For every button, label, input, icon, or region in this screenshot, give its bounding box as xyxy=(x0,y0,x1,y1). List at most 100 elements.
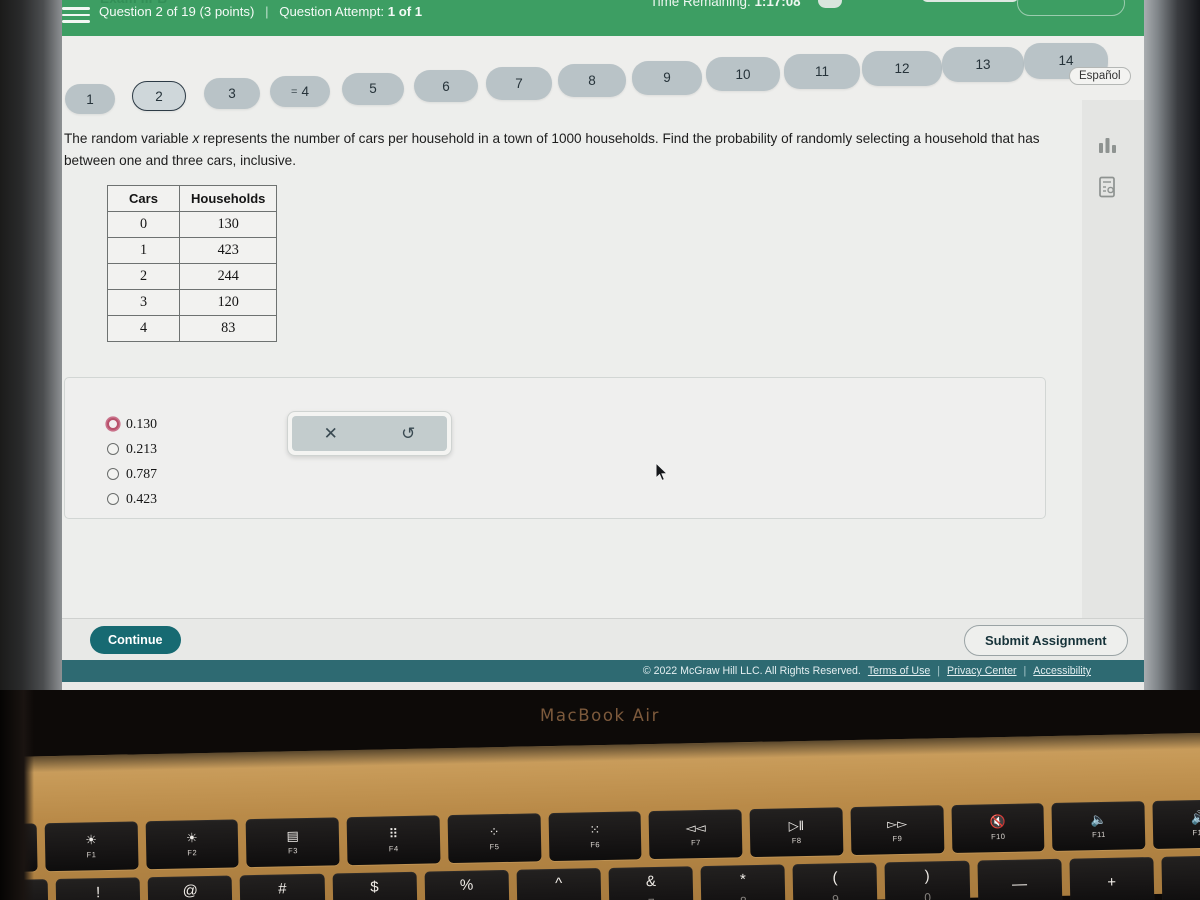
key-1[interactable]: !1 xyxy=(55,877,141,900)
key-f12-volume-up[interactable]: 🔊 F12 xyxy=(1152,799,1200,849)
laptop-body: MacBook Air esc☀F1☀F2▤F3⠿F4⁘F5⁙F6◅◅F7▷ǁF… xyxy=(0,690,1200,900)
espanol-language-button[interactable]: Español xyxy=(1069,67,1131,85)
cell-cars: 2 xyxy=(107,263,180,290)
key-f4-launchpad[interactable]: ⠿ F4 xyxy=(346,815,441,866)
key-5[interactable]: %5 xyxy=(424,869,510,900)
answer-mini-toolbar-inner: ✕ ↺ xyxy=(292,416,447,451)
display-bezel-right xyxy=(1144,0,1200,690)
copyright-bar: © 2022 McGraw Hill LLC. All Rights Reser… xyxy=(62,660,1150,682)
answer-option-2[interactable]: 0.213 xyxy=(107,441,157,457)
terms-of-use-link[interactable]: Terms of Use xyxy=(868,665,930,677)
key-8[interactable]: *8 xyxy=(700,864,786,900)
key-glyph: 🔇 xyxy=(989,813,1007,830)
question-nav-pill-13[interactable]: 13 xyxy=(942,47,1024,83)
question-nav-pill-5[interactable]: 5 xyxy=(342,73,404,105)
key-f6-keyboard-light-up[interactable]: ⁙ F6 xyxy=(548,811,642,862)
question-nav-pill-6[interactable]: 6 xyxy=(414,70,478,103)
key-f11-volume-down[interactable]: 🔈 F11 xyxy=(1051,801,1146,852)
key-f5-keyboard-light-down[interactable]: ⁘ F5 xyxy=(447,813,542,864)
table-head: Cars Households xyxy=(107,185,278,212)
key-glyph: @ xyxy=(182,881,199,899)
key-fn-label: F7 xyxy=(691,838,701,848)
question-nav-pill-12[interactable]: 12 xyxy=(862,51,942,86)
cell-households: 130 xyxy=(178,211,278,238)
accessibility-link[interactable]: Accessibility xyxy=(1033,665,1091,677)
key-delete[interactable] xyxy=(1161,855,1200,900)
key-minus[interactable]: — xyxy=(976,858,1063,900)
radio-button-icon[interactable] xyxy=(107,468,119,480)
key-glyph: ⁙ xyxy=(589,822,601,838)
question-nav-pill-7[interactable]: 7 xyxy=(486,67,552,100)
key-glyph: ^ xyxy=(555,874,563,892)
pill-label: 7 xyxy=(515,75,523,91)
key-f9-fast-forward[interactable]: ▻▻ F9 xyxy=(850,805,945,856)
pill-label: 8 xyxy=(588,73,596,89)
key-f10-mute[interactable]: 🔇 F10 xyxy=(951,803,1045,854)
radio-button-icon[interactable] xyxy=(107,443,119,455)
macbook-air-label: MacBook Air xyxy=(540,706,660,725)
copyright-text: © 2022 McGraw Hill LLC. All Rights Reser… xyxy=(642,665,861,677)
time-remaining-label: Time Remaining: xyxy=(650,0,751,9)
question-nav-pill-9[interactable]: 9 xyxy=(632,61,702,95)
key-f3-mission-control[interactable]: ▤ F3 xyxy=(245,817,340,868)
key-fn-label: F1 xyxy=(86,850,97,860)
pill-label: 9 xyxy=(663,70,671,86)
radio-button-icon[interactable] xyxy=(107,418,119,430)
undo-refresh-icon[interactable]: ↺ xyxy=(401,425,415,442)
key-glyph: 🔈 xyxy=(1090,811,1107,828)
frequency-table: Cars Households 0 130 1 423 2 244 3 120 4 83 xyxy=(107,185,278,342)
pill-label: 13 xyxy=(975,57,991,73)
key-f7-rewind[interactable]: ◅◅ F7 xyxy=(648,809,743,860)
question-text-part1: The random variable xyxy=(64,131,193,146)
x-clear-icon[interactable]: ✕ xyxy=(324,425,338,442)
question-nav-pill-4[interactable]: = 4 xyxy=(270,76,330,108)
key-7[interactable]: &7 xyxy=(608,866,694,900)
key-4[interactable]: $4 xyxy=(332,871,418,900)
header-account-button[interactable] xyxy=(1017,0,1125,16)
key-fn-label: F10 xyxy=(990,831,1006,842)
radio-button-icon[interactable] xyxy=(107,493,119,505)
table-row: 4 83 xyxy=(107,315,278,342)
question-info: Question 2 of 19 (3 points) | Question A… xyxy=(99,4,422,19)
key-f8-play-pause[interactable]: ▷ǁ F8 xyxy=(749,807,844,858)
answer-option-label: 0.213 xyxy=(126,441,158,456)
continue-button[interactable]: Continue xyxy=(90,626,181,654)
key-2[interactable]: @2 xyxy=(147,875,233,900)
question-nav-pill-1[interactable]: 1 xyxy=(65,84,115,114)
pill-label: 5 xyxy=(369,81,377,97)
key-f1-brightness-down[interactable]: ☀ F1 xyxy=(44,821,139,872)
question-nav-pill-11[interactable]: 11 xyxy=(784,54,860,89)
question-nav-pill-8[interactable]: 8 xyxy=(558,64,626,98)
cell-cars: 1 xyxy=(107,237,180,264)
key-f2-brightness-up[interactable]: ☀ F2 xyxy=(145,819,239,870)
key-3[interactable]: #3 xyxy=(240,873,326,900)
time-remaining: Time Remaining: 1:17:08 xyxy=(650,0,801,9)
privacy-center-link[interactable]: Privacy Center xyxy=(947,665,1016,677)
key-fn-label: F12 xyxy=(1192,827,1200,838)
key-glyph: ⠿ xyxy=(388,826,399,842)
reference-sheet-icon[interactable] xyxy=(1091,170,1125,204)
exam-header-bar: Exam III-B Question 2 of 19 (3 points) |… xyxy=(62,0,1150,36)
timer-toggle-pill[interactable] xyxy=(818,0,842,8)
submit-assignment-button[interactable]: Submit Assignment xyxy=(964,625,1128,656)
question-nav-pill-3[interactable]: 3 xyxy=(204,78,260,109)
key-glyph: + xyxy=(1107,873,1117,891)
bar-chart-icon[interactable] xyxy=(1091,128,1125,162)
answer-option-4[interactable]: 0.423 xyxy=(107,491,157,507)
table-row: 3 120 xyxy=(107,289,278,316)
key-glyph: & xyxy=(645,872,657,890)
key-6[interactable]: ^6 xyxy=(516,868,602,900)
column-header-cars: Cars xyxy=(107,185,180,212)
key-plus[interactable]: + xyxy=(1069,856,1155,900)
key-0[interactable]: ) 0 xyxy=(884,860,970,900)
key-glyph: % xyxy=(459,876,474,894)
question-nav-pill-10[interactable]: 10 xyxy=(706,57,780,92)
question-nav-pill-2[interactable]: 2 xyxy=(132,81,186,112)
answer-option-1[interactable]: 0.130 xyxy=(107,416,157,432)
key-number-label: 9 xyxy=(832,891,839,900)
answer-option-3[interactable]: 0.787 xyxy=(107,466,157,482)
pill-label: 10 xyxy=(735,66,751,82)
hamburger-menu-icon[interactable] xyxy=(62,4,90,26)
key-fn-label: F5 xyxy=(489,842,500,852)
key-9[interactable]: (9 xyxy=(792,862,878,900)
